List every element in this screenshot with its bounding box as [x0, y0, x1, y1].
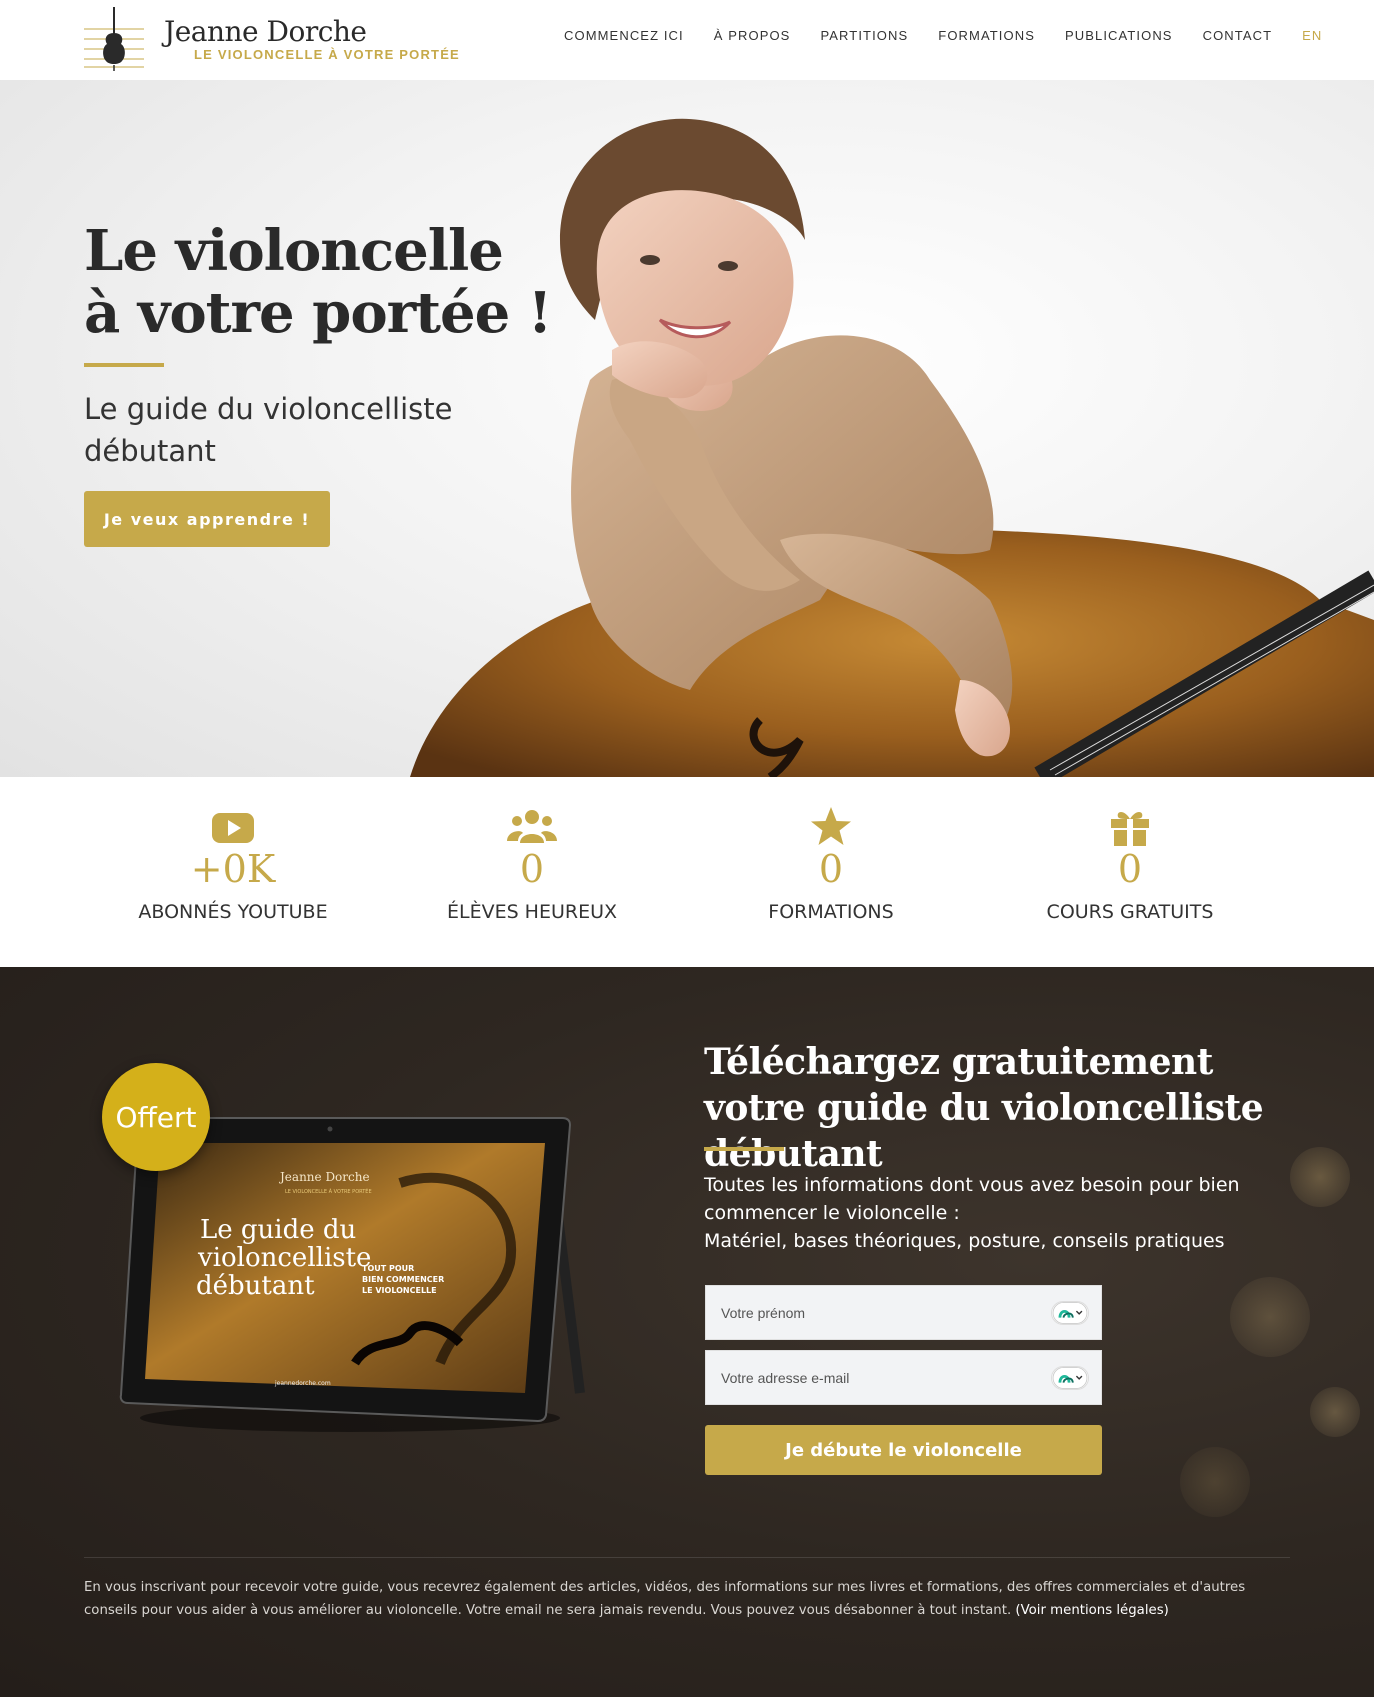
youtube-icon	[212, 813, 254, 843]
stat-students: 0 ÉLÈVES HEUREUX	[382, 807, 682, 923]
gift-icon	[1111, 812, 1149, 846]
hero-title-line-2: à votre portée !	[84, 280, 552, 346]
tablet-side-line-3: LE VIOLONCELLE	[362, 1286, 437, 1295]
password-manager-icon[interactable]	[1051, 1366, 1089, 1390]
nav-item-partitions[interactable]: PARTITIONS	[820, 28, 908, 43]
stat-label: ABONNÉS YOUTUBE	[138, 901, 328, 923]
stat-label: COURS GRATUITS	[1046, 901, 1214, 923]
users-icon	[507, 810, 557, 843]
tablet-tagline: LE VIOLONCELLE À VOTRE PORTÉE	[285, 1187, 372, 1195]
brand-name: Jeanne Dorche	[164, 15, 367, 48]
brand-tagline: LE VIOLONCELLE À VOTRE PORTÉE	[194, 47, 460, 62]
stat-value: 0	[818, 847, 844, 891]
firstname-field	[705, 1285, 1102, 1340]
tablet-side-line-1: TOUT POUR	[362, 1264, 414, 1273]
nav-item-a-propos[interactable]: À PROPOS	[714, 28, 791, 43]
stat-youtube: +0K ABONNÉS YOUTUBE	[83, 807, 383, 923]
nav-item-formations[interactable]: FORMATIONS	[938, 28, 1035, 43]
nav-item-publications[interactable]: PUBLICATIONS	[1065, 28, 1173, 43]
cello-logo-icon	[84, 7, 144, 71]
signup-submit-button[interactable]: Je débute le violoncelle	[705, 1425, 1102, 1475]
email-field	[705, 1350, 1102, 1405]
bokeh-light	[1310, 1387, 1360, 1437]
section-divider	[84, 1557, 1290, 1558]
stat-value: 0	[519, 847, 545, 891]
legal-mentions-link[interactable]: (Voir mentions légales)	[1015, 1603, 1168, 1618]
stat-formations: 0 FORMATIONS	[681, 807, 981, 923]
password-manager-icon[interactable]	[1051, 1301, 1089, 1325]
hero-title-line-1: Le violoncelle	[84, 218, 504, 284]
stat-free-courses: 0 COURS GRATUITS	[980, 807, 1280, 923]
offert-badge: Offert	[102, 1063, 210, 1171]
hero-subtitle: Le guide du violoncelliste débutant	[84, 392, 453, 468]
hero-cta-button[interactable]: Je veux apprendre !	[84, 491, 330, 547]
stat-value: +0K	[190, 847, 276, 891]
signup-description-line-2: Matériel, bases théoriques, posture, con…	[704, 1230, 1225, 1252]
brand-logo[interactable]: Jeanne Dorche LE VIOLONCELLE À VOTRE POR…	[84, 5, 464, 73]
email-input[interactable]	[706, 1351, 1101, 1404]
stat-label: FORMATIONS	[768, 901, 894, 923]
tablet-brand: Jeanne Dorche	[278, 1170, 370, 1184]
bokeh-light	[1180, 1447, 1250, 1517]
bokeh-light	[1230, 1277, 1310, 1357]
signup-description-line-1: Toutes les informations dont vous avez b…	[704, 1174, 1240, 1224]
nav-item-commencez-ici[interactable]: COMMENCEZ ICI	[564, 28, 684, 43]
hero-section: Le violoncelle à votre portée ! Le guide…	[0, 80, 1374, 777]
legal-notice: En vous inscrivant pour recevoir votre g…	[84, 1576, 1284, 1622]
tablet-url: jeannedorche.com	[274, 1380, 331, 1387]
hero-divider	[84, 363, 164, 367]
tablet-title-line-1: Le guide du	[200, 1215, 356, 1245]
firstname-input[interactable]	[706, 1286, 1101, 1339]
site-header: Jeanne Dorche LE VIOLONCELLE À VOTRE POR…	[0, 0, 1374, 80]
nav-item-contact[interactable]: CONTACT	[1203, 28, 1273, 43]
signup-divider	[704, 1147, 784, 1151]
star-icon	[811, 807, 851, 845]
tablet-title-line-2: violoncelliste	[197, 1243, 371, 1273]
language-switch[interactable]: EN	[1302, 28, 1322, 43]
stat-value: 0	[1117, 847, 1143, 891]
signup-section: Jeanne Dorche LE VIOLONCELLE À VOTRE POR…	[0, 967, 1374, 1697]
tablet-title-line-3: débutant	[196, 1271, 315, 1301]
main-nav: COMMENCEZ ICI À PROPOS PARTITIONS FORMAT…	[564, 28, 1322, 43]
stat-label: ÉLÈVES HEUREUX	[446, 901, 618, 923]
hero-title: Le violoncelle à votre portée !	[84, 218, 552, 346]
stats-section: +0K ABONNÉS YOUTUBE 0 ÉLÈVES HEUREUX 0 F…	[0, 777, 1374, 967]
tablet-side-line-2: BIEN COMMENCER	[362, 1275, 444, 1284]
signup-title: Téléchargez gratuitement votre guide du …	[704, 1041, 1264, 1175]
signup-description: Toutes les informations dont vous avez b…	[704, 1171, 1264, 1255]
